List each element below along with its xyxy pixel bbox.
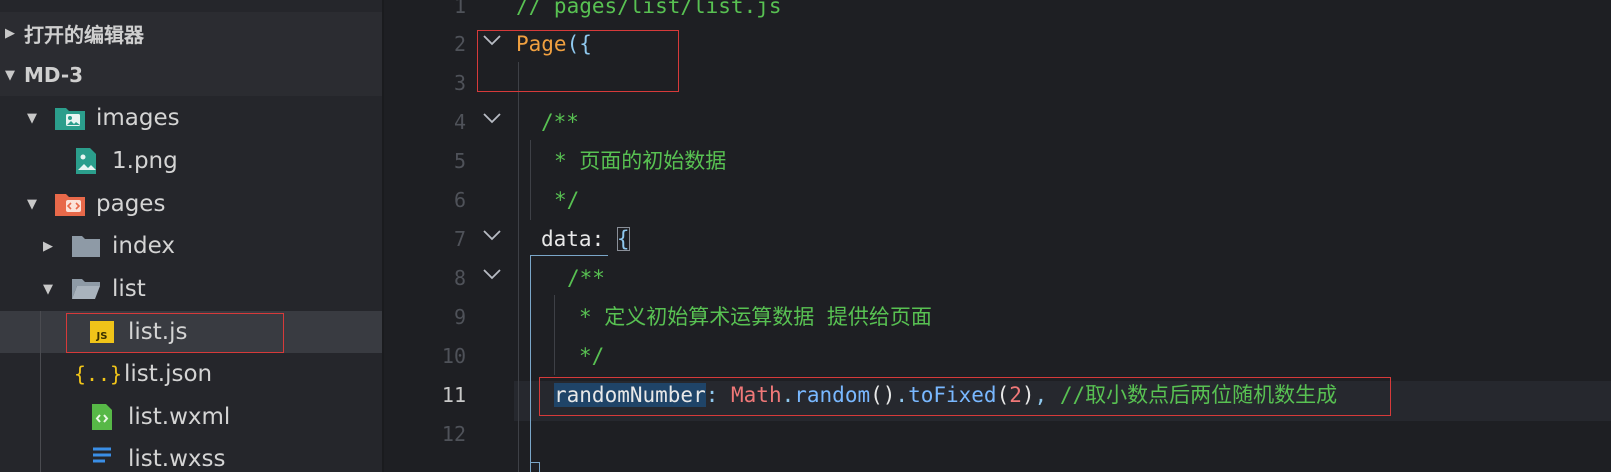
active-indent-guide: [530, 255, 531, 472]
tree-item-label: images: [96, 105, 180, 131]
tree-item-label: index: [112, 233, 175, 259]
line-number: 2: [453, 32, 466, 56]
line-number: 7: [453, 227, 466, 251]
data-key: data: [541, 227, 592, 251]
matched-bracket: {: [616, 227, 630, 251]
tree-item-label: list: [112, 276, 146, 302]
tree-item-list-wxml[interactable]: list.wxml: [0, 396, 382, 438]
tree-item-list-wxss[interactable]: list.wxss: [0, 438, 382, 472]
line-number: 8: [453, 266, 466, 290]
line-number: 6: [453, 188, 466, 212]
annotation-box-list-js: [66, 313, 284, 353]
code-line-8: /**: [567, 266, 605, 290]
line-number: 3: [453, 71, 466, 95]
fold-chevron-down-icon[interactable]: [482, 98, 502, 138]
line-number: 10: [441, 344, 466, 368]
explorer-sidebar: ▶ 打开的编辑器 ▼ MD-3 ▼ images 1.png ▼ pages ▶…: [0, 0, 384, 472]
wxss-file-icon: [86, 444, 118, 472]
section-label: 打开的编辑器: [24, 22, 144, 47]
code-editor[interactable]: 1 2 3 4 5 6 7 8 9 10 11 12 // pages/list…: [384, 0, 1611, 472]
code-line-4: /**: [541, 110, 579, 134]
chevron-down-icon: ▼: [27, 196, 37, 212]
line-number: 12: [441, 422, 466, 446]
folder-open-icon: [70, 274, 102, 304]
code-line-7: data: {: [541, 219, 630, 259]
tree-item-images[interactable]: ▼ images: [0, 97, 382, 139]
punct: :: [591, 227, 617, 251]
annotation-box-random-number: [539, 377, 1391, 416]
fold-chevron-down-icon[interactable]: [482, 254, 502, 294]
wxml-file-icon: [86, 402, 118, 432]
code-line-5: * 页面的初始数据: [554, 149, 727, 173]
line-number: 1: [453, 0, 466, 18]
indent-guide: [530, 140, 531, 220]
chevron-down-icon: ▼: [43, 281, 53, 297]
json-file-icon: {..}: [73, 362, 123, 386]
fold-chevron-down-icon[interactable]: [482, 215, 502, 255]
tree-item-pages[interactable]: ▼ pages: [0, 183, 382, 225]
code-line-1: // pages/list/list.js: [516, 0, 782, 18]
line-number: 5: [453, 149, 466, 173]
code-line-9: * 定义初始算术运算数据 提供给页面: [579, 305, 932, 329]
indent-guide: [40, 311, 41, 472]
tree-item-label: list.wxss: [128, 446, 226, 472]
bracket-guide-end: [530, 462, 540, 472]
annotation-box-page: [477, 30, 679, 92]
line-number-active: 11: [441, 383, 466, 407]
chevron-down-icon: ▼: [5, 67, 15, 83]
section-label: MD-3: [24, 63, 84, 87]
pages-folder-icon: [54, 189, 86, 219]
chevron-right-icon: ▶: [5, 25, 15, 41]
tree-item-label: list.json: [124, 361, 213, 387]
image-file-icon: [70, 146, 102, 176]
code-line-10: */: [579, 344, 605, 368]
line-number: 9: [453, 305, 466, 329]
line-number: 4: [453, 110, 466, 134]
images-folder-icon: [54, 103, 86, 133]
code-line-6: */: [554, 188, 580, 212]
tree-item-list-json[interactable]: {..} list.json: [0, 353, 382, 395]
tree-item-index[interactable]: ▶ index: [0, 225, 382, 267]
tree-item-list[interactable]: ▼ list: [0, 268, 382, 310]
chevron-right-icon: ▶: [43, 238, 53, 254]
folder-icon: [70, 231, 102, 261]
tree-item-label: list.wxml: [128, 404, 231, 430]
project-section[interactable]: ▼ MD-3: [0, 54, 382, 96]
chevron-down-icon: ▼: [27, 110, 37, 126]
tree-item-label: pages: [96, 191, 166, 217]
indent-guide: [554, 295, 555, 375]
tree-item-label: 1.png: [112, 148, 178, 174]
tree-item-1-png[interactable]: 1.png: [0, 140, 382, 182]
indent-guide: [518, 62, 519, 472]
open-editors-section[interactable]: ▶ 打开的编辑器: [0, 12, 382, 54]
